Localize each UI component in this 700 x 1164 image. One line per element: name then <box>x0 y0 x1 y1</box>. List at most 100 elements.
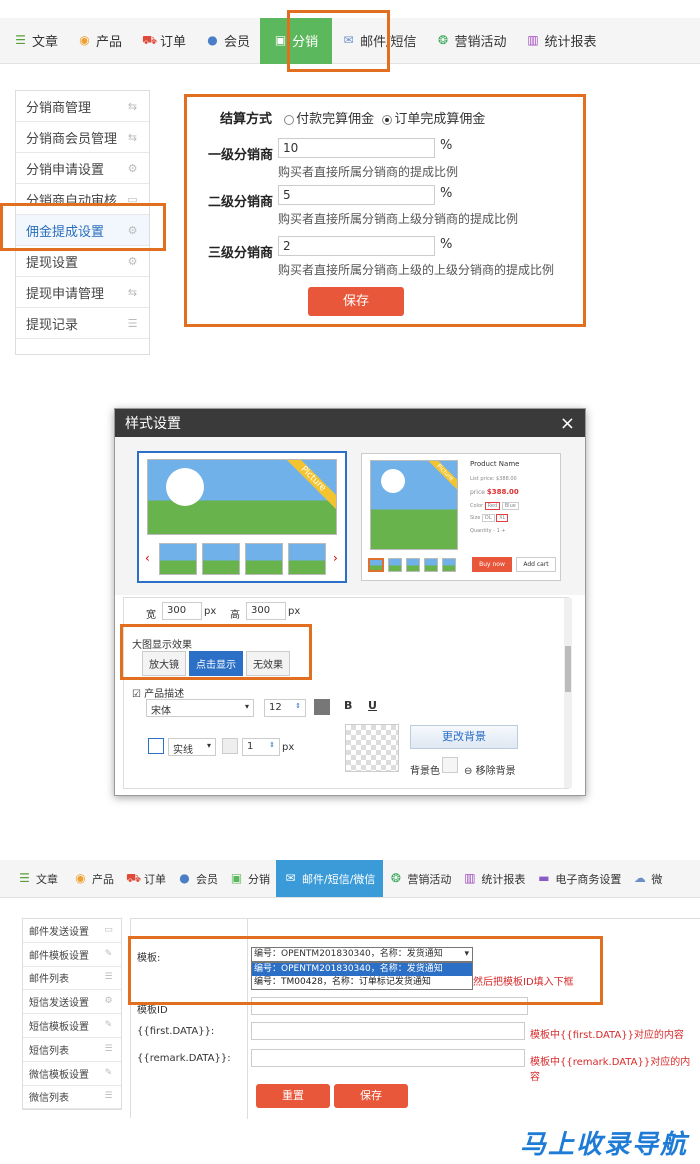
size-option[interactable]: XL <box>496 514 509 522</box>
sidebar-item-apply-settings[interactable]: 分销申请设置 ⚙ <box>16 153 149 184</box>
settle-option-order-complete[interactable]: 订单完成算佣金 <box>382 112 485 127</box>
sidebar-item-sms-template[interactable]: 短信模板设置 ✎ <box>23 1014 121 1038</box>
nav-item-articles[interactable]: ☰ 文章 <box>0 860 68 897</box>
checkbox-checked-icon[interactable]: ☑ <box>132 689 141 700</box>
scrollbar-thumb[interactable] <box>565 646 571 692</box>
thumbnail[interactable] <box>202 543 240 575</box>
width-input[interactable]: 300 <box>162 602 202 620</box>
border-color-swatch[interactable] <box>148 738 164 754</box>
sidebar-item-label: 邮件列表 <box>29 974 69 986</box>
nav-item-products[interactable]: ◉ 产品 <box>68 860 120 897</box>
nav-item-campaigns[interactable]: ❂ 营销活动 <box>383 860 457 897</box>
nav-label: 邮件/短信/微信 <box>302 872 376 886</box>
height-input[interactable]: 300 <box>246 602 286 620</box>
nav-item-orders[interactable]: ⛟ 订单 <box>132 18 196 63</box>
sidebar-item-mail-send[interactable]: 邮件发送设置 ▭ <box>23 919 121 943</box>
size-option[interactable]: DL <box>481 514 495 522</box>
remark-data-input[interactable] <box>251 1049 525 1067</box>
change-background-button[interactable]: 更改背景 <box>410 725 518 749</box>
nav-item-orders[interactable]: ⛟ 订单 <box>120 860 172 897</box>
font-size-stepper[interactable]: 12 ⇕ <box>264 699 306 717</box>
bg-color-swatch[interactable] <box>442 757 458 773</box>
nav-item-articles[interactable]: ☰ 文章 <box>0 18 68 63</box>
thumbnail[interactable] <box>424 558 438 572</box>
nav-item-distribution[interactable]: ▣ 分销 <box>224 860 276 897</box>
stepper-icon[interactable]: ⇕ <box>295 702 301 710</box>
sidebar-item-mail-template[interactable]: 邮件模板设置 ✎ <box>23 943 121 967</box>
preview-area: Picture ‹ › Picture Product Name List pr… <box>115 437 585 595</box>
nav-label: 统计报表 <box>544 35 597 50</box>
preview-layout-2[interactable]: Picture Product Name List price: $388.00… <box>361 453 561 581</box>
wechat-icon: ☁ <box>633 871 646 885</box>
border-fill-swatch[interactable] <box>222 738 238 754</box>
nav-item-ecommerce[interactable]: ▬ 电子商务设置 <box>531 860 627 897</box>
bg-color-label: 背景色 <box>410 766 440 777</box>
qty-value[interactable]: 1 <box>497 528 500 534</box>
save-button[interactable]: 保存 <box>334 1084 408 1108</box>
thumbnail[interactable] <box>368 558 384 572</box>
underline-button[interactable]: U <box>368 699 377 712</box>
sidebar-item-wechat-list[interactable]: 微信列表 ☰ <box>23 1086 121 1110</box>
list-icon: ☰ <box>15 33 26 47</box>
chevron-down-icon: ▾ <box>206 741 211 750</box>
reset-button[interactable]: 重置 <box>256 1084 330 1108</box>
list-price: List price: $388.00 <box>470 476 517 482</box>
thumbnail[interactable] <box>245 543 283 575</box>
color-option[interactable]: Red <box>484 502 501 510</box>
border-style-select[interactable]: 实线 ▾ <box>168 738 216 756</box>
price-value: $388.00 <box>486 488 519 496</box>
nav-item-campaigns[interactable]: ❂ 营销活动 <box>426 18 516 63</box>
sidebar-item-sms-send[interactable]: 短信发送设置 ⚙ <box>23 990 121 1015</box>
nav-item-mail-sms-wechat[interactable]: ✉ 邮件/短信/微信 <box>276 860 384 897</box>
desc-row[interactable]: ☑ 产品描述 <box>132 685 184 700</box>
sidebar-item-mail-list[interactable]: 邮件列表 ☰ <box>23 967 121 991</box>
settle-option-payment[interactable]: 付款完算佣金 <box>284 112 374 127</box>
color-option[interactable]: Blue <box>501 502 519 510</box>
border-width-stepper[interactable]: 1 ⇕ <box>242 738 280 756</box>
font-select[interactable]: 宋体 ▾ <box>146 699 254 717</box>
sidebar-item-sms-list[interactable]: 短信列表 ☰ <box>23 1038 121 1062</box>
nav-item-products[interactable]: ◉ 产品 <box>68 18 132 63</box>
nav-label: 分销 <box>248 872 270 886</box>
close-icon[interactable]: × <box>560 413 575 434</box>
remove-background-button[interactable]: ⊖ 移除背景 <box>464 762 516 777</box>
commission-form: 结算方式 付款完算佣金 订单完成算佣金 一级分销商 10 % 购买者直接所属分销… <box>190 100 580 322</box>
height-unit: px <box>288 606 301 617</box>
sidebar-item-withdraw-requests[interactable]: 提现申请管理 ⇆ <box>16 277 149 308</box>
sidebar-item-withdraw-records[interactable]: 提现记录 ☰ <box>16 308 149 339</box>
sidebar-item-label: 短信列表 <box>29 1045 69 1057</box>
buy-now-button[interactable]: Buy now <box>472 557 512 572</box>
settle-row: 结算方式 付款完算佣金 订单完成算佣金 <box>220 108 485 127</box>
price-label: price <box>470 489 485 496</box>
sidebar-item-wechat-template[interactable]: 微信模板设置 ✎ <box>23 1062 121 1086</box>
nav-item-members[interactable]: ● 会员 <box>196 18 260 63</box>
chevron-right-icon[interactable]: › <box>333 551 338 565</box>
font-size-value: 12 <box>269 702 282 713</box>
qty-row: Quantity - 1 + <box>470 528 506 534</box>
thumbnail[interactable] <box>442 558 456 572</box>
level3-input[interactable]: 2 <box>278 236 435 256</box>
thumbnail[interactable] <box>406 558 420 572</box>
level1-input[interactable]: 10 <box>278 138 435 158</box>
nav-item-members[interactable]: ● 会员 <box>172 860 224 897</box>
scrollbar[interactable] <box>564 598 572 788</box>
add-cart-button[interactable]: Add cart <box>516 557 556 572</box>
chevron-left-icon[interactable]: ‹ <box>145 551 150 565</box>
user-icon: ● <box>207 33 218 47</box>
stepper-icon[interactable]: ⇕ <box>269 741 275 749</box>
sidebar-item-distributor-manage[interactable]: 分销商管理 ⇆ <box>16 91 149 122</box>
bold-button[interactable]: B <box>344 699 352 712</box>
preview-layout-1[interactable]: Picture ‹ › <box>137 451 347 583</box>
nav-item-wechat[interactable]: ☁ 微 <box>627 860 668 897</box>
first-data-input[interactable] <box>251 1022 525 1040</box>
sidebar-item-distributor-members[interactable]: 分销商会员管理 ⇆ <box>16 122 149 153</box>
border-style-value: 实线 <box>173 745 193 756</box>
thumbnail[interactable] <box>388 558 402 572</box>
font-color-swatch[interactable] <box>314 699 330 715</box>
nav-item-reports[interactable]: ▥ 统计报表 <box>516 18 606 63</box>
thumbnail[interactable] <box>159 543 197 575</box>
thumbnail[interactable] <box>288 543 326 575</box>
nav-item-reports[interactable]: ▥ 统计报表 <box>457 860 531 897</box>
save-button[interactable]: 保存 <box>308 287 404 316</box>
level2-input[interactable]: 5 <box>278 185 435 205</box>
